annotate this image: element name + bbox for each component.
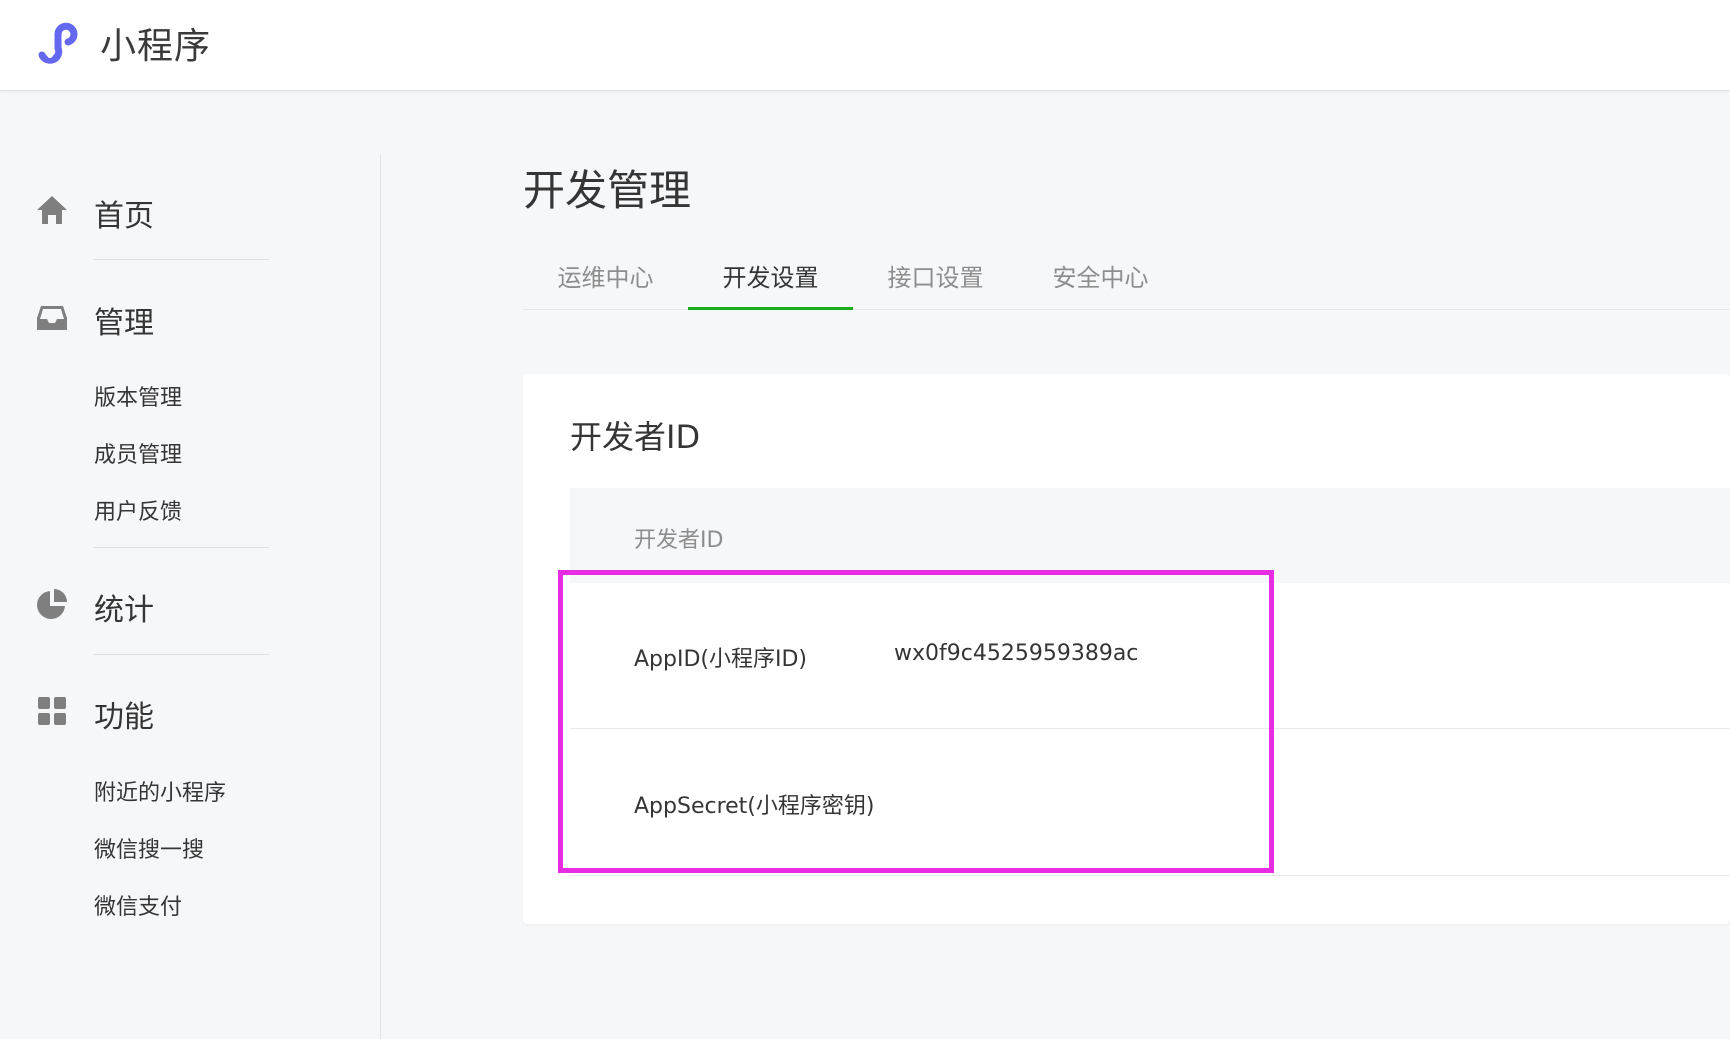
sidebar-item-member-management[interactable]: 成员管理	[94, 437, 182, 469]
sidebar-item-nearby-miniprogram[interactable]: 附近的小程序	[94, 775, 226, 807]
appid-value[interactable]: wx0f9c4525959389ac	[894, 641, 1138, 666]
tab-dev-settings[interactable]: 开发设置	[688, 258, 853, 310]
miniprogram-logo-icon[interactable]	[34, 18, 88, 66]
tab-security-center[interactable]: 安全中心	[1018, 258, 1183, 310]
table-header-label: 开发者ID	[634, 528, 724, 553]
developer-id-card: 开发者ID 开发者ID AppID(小程序ID) wx0f9c452595938…	[523, 374, 1730, 924]
appsecret-label: AppSecret(小程序密钥)	[634, 794, 875, 819]
sidebar-item-wechat-pay[interactable]: 微信支付	[94, 889, 182, 921]
home-icon	[37, 196, 67, 224]
table-header: 开发者ID	[570, 488, 1730, 583]
sidebar-item-label: 统计	[94, 593, 154, 628]
table-row-appsecret: AppSecret(小程序密钥)	[570, 730, 1730, 876]
sidebar-divider	[94, 547, 269, 548]
sidebar-item-home[interactable]: 首页	[0, 185, 381, 235]
page-title: 开发管理	[523, 166, 692, 215]
appid-label: AppID(小程序ID)	[634, 647, 808, 672]
sidebar-item-features[interactable]: 功能	[0, 686, 381, 736]
sidebar-item-label: 功能	[94, 700, 154, 735]
top-header: 小程序	[0, 0, 1730, 91]
table-row-appid: AppID(小程序ID) wx0f9c4525959389ac	[570, 583, 1730, 729]
sidebar-item-label: 管理	[94, 306, 154, 341]
app-name: 小程序	[100, 26, 212, 67]
pie-chart-icon	[37, 589, 67, 619]
tab-api-settings[interactable]: 接口设置	[853, 258, 1018, 310]
inbox-icon	[37, 306, 67, 330]
sidebar: 首页 管理 版本管理 成员管理 用户反馈 统计 功能 附近的小程序 微信搜一搜 …	[0, 155, 381, 1039]
sidebar-item-wechat-search[interactable]: 微信搜一搜	[94, 832, 204, 864]
sidebar-item-statistics[interactable]: 统计	[0, 579, 381, 629]
sidebar-item-manage[interactable]: 管理	[0, 292, 381, 342]
sidebar-divider	[94, 259, 269, 260]
card-title: 开发者ID	[570, 418, 701, 456]
sidebar-item-version-management[interactable]: 版本管理	[94, 380, 182, 412]
sidebar-divider	[94, 654, 269, 655]
grid-icon	[38, 697, 66, 725]
sidebar-item-user-feedback[interactable]: 用户反馈	[94, 494, 182, 526]
tab-bar: 运维中心 开发设置 接口设置 安全中心	[523, 248, 1730, 310]
tab-ops-center[interactable]: 运维中心	[523, 258, 688, 310]
sidebar-item-label: 首页	[94, 199, 154, 234]
